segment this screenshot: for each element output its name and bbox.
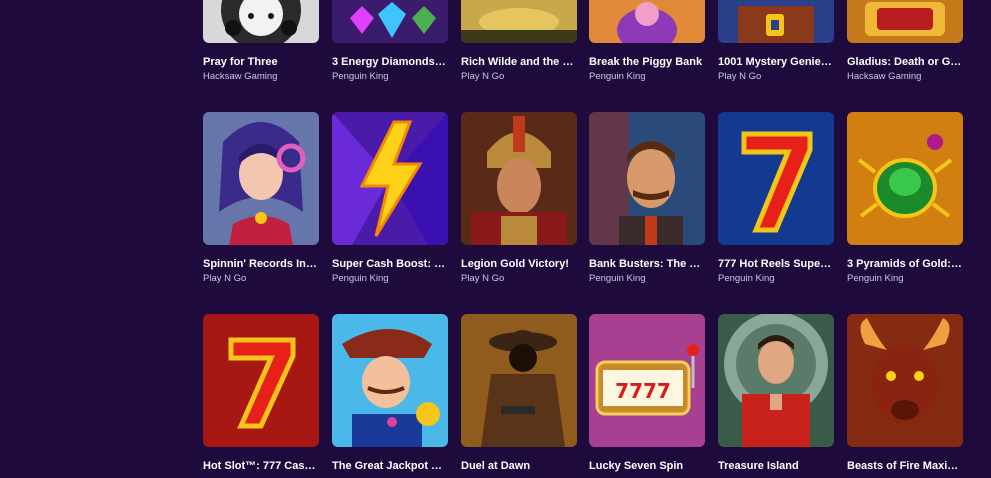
game-title[interactable]: 1001 Mystery Genie Fortune xyxy=(718,55,834,69)
game-tile[interactable]: 3 Energy Diamonds: Hold and Win Penguin … xyxy=(332,0,448,82)
game-provider: Hacksaw Gaming xyxy=(847,71,922,82)
game-title[interactable]: Break the Piggy Bank xyxy=(589,55,705,69)
game-title[interactable]: 777 Hot Reels Supercharged xyxy=(718,257,834,271)
game-tile[interactable]: Gladius: Death or Glory Hacksaw Gaming xyxy=(847,0,963,82)
game-thumbnail[interactable] xyxy=(203,0,319,43)
game-title[interactable]: 3 Pyramids of Gold: Hold and Win xyxy=(847,257,963,271)
game-provider: Play N Go xyxy=(461,273,505,284)
game-title[interactable]: Pray for Three xyxy=(203,55,319,69)
game-tile[interactable]: Spinnin' Records Into the Beat Play N Go xyxy=(203,112,319,284)
game-grid: Pray for Three Hacksaw Gaming 3 Energy D… xyxy=(0,0,991,478)
game-tile[interactable]: Super Cash Boost: Hold and Win Penguin K… xyxy=(332,112,448,284)
game-tile[interactable]: Legion Gold Victory! Play N Go xyxy=(461,112,577,284)
game-provider: Penguin King xyxy=(589,273,646,284)
game-tile[interactable]: Pray for Three Hacksaw Gaming xyxy=(203,0,319,82)
game-tile[interactable]: Rich Wilde and the Tome of Madness Play … xyxy=(461,0,577,82)
game-tile[interactable]: Bank Busters: The Big Score Penguin King xyxy=(589,112,705,284)
game-thumbnail[interactable] xyxy=(589,0,705,43)
game-thumbnail[interactable] xyxy=(332,0,448,43)
game-thumbnail[interactable] xyxy=(718,314,834,447)
game-provider: Penguin King xyxy=(847,273,904,284)
svg-text:7777: 7777 xyxy=(615,379,671,403)
game-title[interactable]: Legion Gold Victory! xyxy=(461,257,577,271)
game-thumbnail[interactable] xyxy=(847,112,963,245)
game-tile[interactable]: Duel at Dawn xyxy=(461,314,577,472)
game-tile[interactable]: Beasts of Fire Maximum xyxy=(847,314,963,472)
game-thumbnail[interactable] xyxy=(718,112,834,245)
game-provider: Penguin King xyxy=(332,273,389,284)
game-provider: Hacksaw Gaming xyxy=(203,71,278,82)
game-tile[interactable]: 1001 Mystery Genie Fortune Play N Go xyxy=(718,0,834,82)
game-title[interactable]: Lucky Seven Spin xyxy=(589,459,705,473)
game-tile[interactable]: 3 Pyramids of Gold: Hold and Win Penguin… xyxy=(847,112,963,284)
game-title[interactable]: Rich Wilde and the Tome of Madness xyxy=(461,55,577,69)
game-provider: Play N Go xyxy=(203,273,247,284)
game-thumbnail[interactable] xyxy=(847,314,963,447)
game-title[interactable]: Treasure Island xyxy=(718,459,834,473)
game-title[interactable]: Bank Busters: The Big Score xyxy=(589,257,705,271)
game-title[interactable]: 3 Energy Diamonds: Hold and Win xyxy=(332,55,448,69)
game-thumbnail[interactable] xyxy=(461,314,577,447)
game-title[interactable]: Hot Slot™: 777 Cash Out xyxy=(203,459,319,473)
game-thumbnail[interactable] xyxy=(461,0,577,43)
game-provider: Penguin King xyxy=(332,71,389,82)
game-tile[interactable]: Treasure Island xyxy=(718,314,834,472)
game-thumbnail[interactable] xyxy=(203,112,319,245)
game-tile[interactable]: 7777 Lucky Seven Spin xyxy=(589,314,705,472)
game-provider: Play N Go xyxy=(718,71,762,82)
game-title[interactable]: Gladius: Death or Glory xyxy=(847,55,963,69)
game-thumbnail[interactable] xyxy=(332,112,448,245)
game-tile[interactable]: 777 Hot Reels Supercharged Penguin King xyxy=(718,112,834,284)
game-thumbnail[interactable] xyxy=(589,112,705,245)
game-thumbnail[interactable] xyxy=(332,314,448,447)
game-thumbnail[interactable] xyxy=(847,0,963,43)
game-tile[interactable]: Hot Slot™: 777 Cash Out xyxy=(203,314,319,472)
game-thumbnail[interactable] xyxy=(718,0,834,43)
game-title[interactable]: Duel at Dawn xyxy=(461,459,577,473)
game-thumbnail[interactable]: 7777 xyxy=(589,314,705,447)
game-provider: Play N Go xyxy=(461,71,505,82)
game-title[interactable]: Super Cash Boost: Hold and Win xyxy=(332,257,448,271)
game-provider: Penguin King xyxy=(589,71,646,82)
game-title[interactable]: The Great Jackpot Expedition xyxy=(332,459,448,473)
game-tile[interactable]: Break the Piggy Bank Penguin King xyxy=(589,0,705,82)
game-provider: Penguin King xyxy=(718,273,775,284)
game-title[interactable]: Beasts of Fire Maximum xyxy=(847,459,963,473)
game-thumbnail[interactable] xyxy=(461,112,577,245)
game-tile[interactable]: The Great Jackpot Expedition xyxy=(332,314,448,472)
game-thumbnail[interactable] xyxy=(203,314,319,447)
game-title[interactable]: Spinnin' Records Into the Beat xyxy=(203,257,319,271)
